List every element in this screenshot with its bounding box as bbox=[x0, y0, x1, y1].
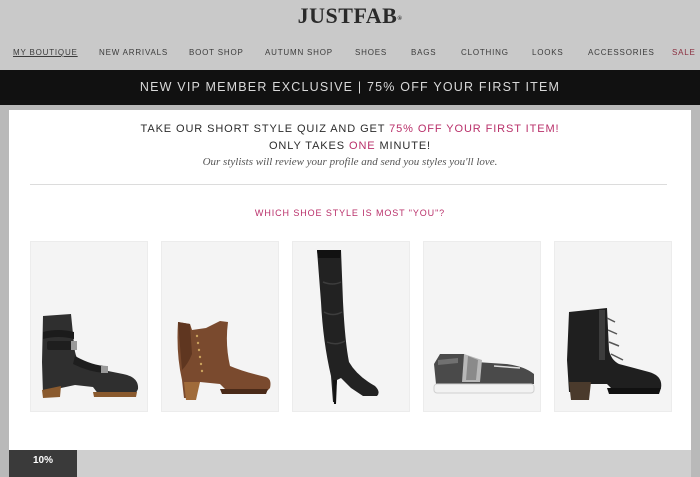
nav-item-my-boutique[interactable]: MY BOUTIQUE bbox=[13, 48, 78, 57]
nav-item-sale[interactable]: SALE bbox=[672, 48, 696, 57]
promo-banner[interactable]: NEW VIP MEMBER EXCLUSIVE | 75% OFF YOUR … bbox=[0, 70, 700, 105]
shoe-option-sneaker[interactable] bbox=[423, 241, 541, 412]
nav-item-bags[interactable]: BAGS bbox=[411, 48, 436, 57]
black-moto-boot-icon bbox=[42, 314, 139, 398]
quiz-duration-highlight: ONE bbox=[348, 140, 376, 152]
quiz-offer-heading: TAKE OUR SHORT STYLE QUIZ AND GET 75% OF… bbox=[9, 123, 691, 135]
shoe-option-moto-boot[interactable] bbox=[30, 241, 148, 412]
quiz-question: WHICH SHOE STYLE IS MOST "YOU"? bbox=[254, 208, 446, 218]
site-header: JUSTFAB® MY BOUTIQUE NEW ARRIVALS BOOT S… bbox=[0, 0, 700, 70]
brown-ankle-bootie-icon bbox=[177, 321, 271, 400]
nav-item-boot-shop[interactable]: BOOT SHOP bbox=[189, 48, 244, 57]
quiz-duration-prefix: ONLY TAKES bbox=[268, 140, 349, 152]
nav-item-accessories[interactable]: ACCESSORIES bbox=[588, 48, 655, 57]
shoe-option-ankle-bootie[interactable] bbox=[161, 241, 279, 412]
logo-text: JUSTFAB bbox=[297, 3, 398, 28]
black-lace-up-bootie-icon bbox=[567, 308, 662, 400]
main-nav: MY BOUTIQUE NEW ARRIVALS BOOT SHOP AUTUM… bbox=[0, 48, 700, 60]
quiz-progress-bar: 10% bbox=[9, 450, 691, 477]
shoe-option-over-knee-boot[interactable] bbox=[292, 241, 410, 412]
black-over-the-knee-boot-icon bbox=[317, 250, 379, 404]
registered-mark: ® bbox=[397, 16, 403, 22]
nav-item-looks[interactable]: LOOKS bbox=[532, 48, 564, 57]
site-logo[interactable]: JUSTFAB® bbox=[0, 3, 700, 29]
nav-item-autumn-shop[interactable]: AUTUMN SHOP bbox=[265, 48, 333, 57]
nav-item-clothing[interactable]: CLOTHING bbox=[461, 48, 509, 57]
nav-item-new-arrivals[interactable]: NEW ARRIVALS bbox=[99, 48, 168, 57]
quiz-offer-text: TAKE OUR SHORT STYLE QUIZ AND GET bbox=[140, 123, 390, 135]
quiz-subtitle: Our stylists will review your profile an… bbox=[202, 156, 498, 168]
progress-label: 10% bbox=[32, 455, 53, 466]
nav-item-shoes[interactable]: SHOES bbox=[355, 48, 387, 57]
quiz-duration-suffix: MINUTE! bbox=[375, 140, 432, 152]
quiz-duration-heading: ONLY TAKES ONE MINUTE! bbox=[9, 140, 691, 152]
shoe-option-lace-up-bootie[interactable] bbox=[554, 241, 672, 412]
style-quiz-modal: TAKE OUR SHORT STYLE QUIZ AND GET 75% OF… bbox=[9, 110, 691, 477]
gray-sneaker-icon bbox=[433, 354, 535, 394]
quiz-offer-highlight: 75% OFF YOUR FIRST ITEM! bbox=[389, 123, 560, 135]
divider bbox=[30, 184, 667, 185]
